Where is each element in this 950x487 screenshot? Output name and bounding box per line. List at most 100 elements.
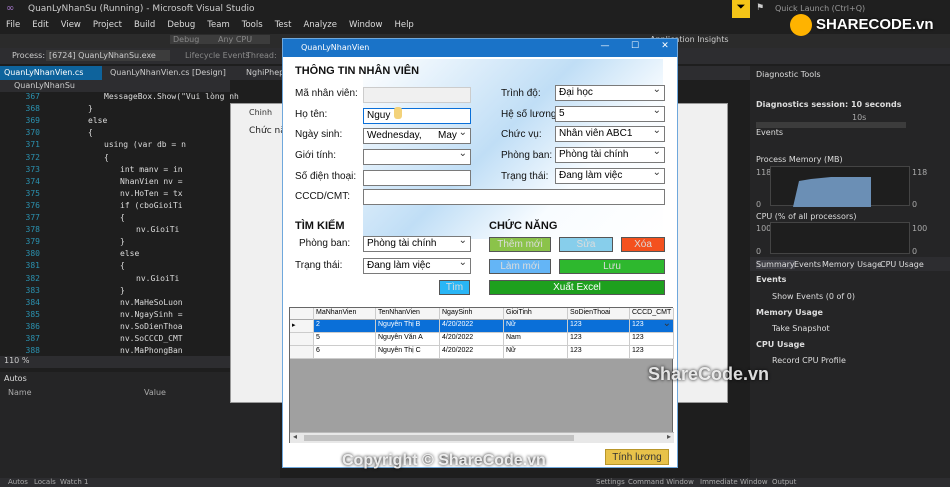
menu-help[interactable]: Help: [388, 18, 419, 30]
code-line[interactable]: nv.SoDienThoa: [120, 322, 183, 331]
cell-gioitinh[interactable]: Nữ: [504, 320, 568, 332]
tim-button[interactable]: Tìm: [439, 280, 470, 295]
chucvu-combo[interactable]: Nhân viên ABC1: [555, 126, 665, 142]
take-snapshot-button[interactable]: Take Snapshot: [772, 324, 830, 333]
process-combo[interactable]: [6724] QuanLyNhanSu.exe: [46, 50, 170, 61]
tab-output[interactable]: Output: [772, 478, 796, 486]
cell-gioitinh[interactable]: Nữ: [504, 346, 568, 358]
xuat-excel-button[interactable]: Xuất Excel: [489, 280, 665, 295]
code-line[interactable]: nv.SoCCCD_CMT: [120, 334, 183, 343]
minimize-icon[interactable]: —: [597, 41, 613, 51]
row-selector-icon[interactable]: ▸: [290, 320, 314, 332]
them-moi-button[interactable]: Thêm mới: [489, 237, 551, 252]
phongban-combo[interactable]: Phòng tài chính: [555, 147, 665, 163]
scroll-left-icon[interactable]: ◂: [293, 432, 297, 441]
config-combo[interactable]: Debug: [170, 35, 218, 44]
code-line[interactable]: nv.GioiTi: [136, 274, 179, 283]
code-line[interactable]: nv.HoTen = tx: [120, 189, 183, 198]
code-line[interactable]: else: [88, 116, 107, 125]
cell-ngaysinh[interactable]: 4/20/2022: [440, 346, 504, 358]
menu-window[interactable]: Window: [343, 18, 389, 30]
grid-col-ngaysinh[interactable]: NgaySinh: [440, 308, 504, 320]
employee-grid[interactable]: MaNhanVien TenNhanVien NgaySinh GioiTinh…: [289, 307, 674, 443]
scroll-thumb[interactable]: [304, 435, 574, 441]
tab-summary[interactable]: Summary: [756, 260, 795, 269]
tab-events[interactable]: Events: [794, 260, 821, 269]
cell-gioitinh[interactable]: Nam: [504, 333, 568, 345]
code-line[interactable]: nv.MaPhongBan: [120, 346, 183, 355]
tab-quanlynhanvien-cs[interactable]: QuanLyNhanVien.cs: [0, 66, 102, 80]
chinh-menu[interactable]: Chức nă: [249, 126, 286, 136]
tab-autos[interactable]: Autos: [8, 478, 28, 486]
search-trangthai-combo[interactable]: Đang làm việc: [363, 258, 471, 274]
tab-command-window[interactable]: Command Window: [628, 478, 694, 486]
menu-view[interactable]: View: [55, 18, 87, 30]
ngaysinh-datepicker[interactable]: Wednesday, May: [363, 128, 471, 144]
table-row[interactable]: 6 Nguyễn Thị C 4/20/2022 Nữ 123 123: [290, 346, 674, 359]
close-icon[interactable]: ✕: [657, 41, 673, 51]
code-line[interactable]: {: [104, 153, 109, 162]
code-line[interactable]: {: [88, 128, 93, 137]
code-line[interactable]: int manv = in: [120, 165, 183, 174]
luu-button[interactable]: Lưu: [559, 259, 665, 274]
maximize-icon[interactable]: ☐: [627, 41, 643, 51]
trangthai-combo[interactable]: Đang làm việc: [555, 168, 665, 184]
menu-debug[interactable]: Debug: [161, 18, 201, 30]
code-line[interactable]: }: [120, 286, 125, 295]
tab-watch[interactable]: Watch 1: [60, 478, 88, 486]
cell-ten[interactable]: Nguyễn Văn A: [376, 333, 440, 345]
cccd-input[interactable]: [363, 189, 665, 205]
show-events-link[interactable]: Show Events (0 of 0): [772, 292, 855, 301]
table-row[interactable]: 5 Nguyễn Văn A 4/20/2022 Nam 123 123: [290, 333, 674, 346]
tinh-luong-button[interactable]: Tính lương: [605, 449, 669, 465]
zoom-combo[interactable]: 110 %: [0, 356, 230, 368]
code-line[interactable]: {: [120, 213, 125, 222]
cell-ten[interactable]: Nguyễn Thị C: [376, 346, 440, 358]
row-selector[interactable]: [290, 346, 314, 358]
code-line[interactable]: if (cboGioiTi: [120, 201, 183, 210]
menu-build[interactable]: Build: [128, 18, 161, 30]
cell-manv[interactable]: 5: [314, 333, 376, 345]
quick-launch-input[interactable]: Quick Launch (Ctrl+Q): [775, 4, 865, 13]
code-editor[interactable]: 367 MessageBox.Show("Vui lòng nh 368} 369 el…: [0, 92, 239, 378]
trinhdo-combo[interactable]: Đại học: [555, 85, 665, 101]
table-row[interactable]: ▸ 2 Nguyễn Thị B 4/20/2022 Nữ 123 123: [290, 318, 674, 333]
record-cpu-button[interactable]: Record CPU Profile: [772, 356, 846, 365]
manv-input[interactable]: [363, 87, 471, 103]
tab-settings[interactable]: Settings: [596, 478, 625, 486]
cell-ten[interactable]: Nguyễn Thị B: [376, 320, 440, 332]
xoa-button[interactable]: Xóa: [621, 237, 665, 252]
code-line[interactable]: using (var db = n: [104, 140, 186, 149]
menu-file[interactable]: File: [0, 18, 26, 30]
lifecycle-events[interactable]: Lifecycle Events: [185, 51, 250, 60]
cell-cccd[interactable]: 123: [630, 320, 674, 332]
code-line[interactable]: nv.GioiTi: [136, 225, 179, 234]
tab-cpu-usage[interactable]: CPU Usage: [880, 260, 924, 269]
tab-quanlynhanvien-design[interactable]: QuanLyNhanVien.cs [Design]: [106, 66, 236, 80]
grid-horizontal-scrollbar[interactable]: ◂ ▸: [290, 432, 674, 443]
cell-cccd[interactable]: 123: [630, 333, 674, 345]
sdt-input[interactable]: [363, 170, 471, 186]
code-line[interactable]: NhanVien nv =: [120, 177, 183, 186]
platform-combo[interactable]: Any CPU: [215, 35, 271, 44]
grid-col-tennhanvien[interactable]: TenNhanVien: [376, 308, 440, 320]
menu-test[interactable]: Test: [269, 18, 298, 30]
gioitinh-combo[interactable]: [363, 149, 471, 165]
sua-button[interactable]: Sửa: [559, 237, 613, 252]
menu-tools[interactable]: Tools: [236, 18, 269, 30]
code-line[interactable]: }: [120, 237, 125, 246]
cell-ngaysinh[interactable]: 4/20/2022: [440, 333, 504, 345]
tab-memory-usage[interactable]: Memory Usage: [822, 260, 882, 269]
grid-col-manhanvien[interactable]: MaNhanVien: [314, 308, 376, 320]
cell-cccd[interactable]: 123: [630, 346, 674, 358]
menu-team[interactable]: Team: [201, 18, 235, 30]
code-line[interactable]: nv.MaHeSoLuon: [120, 298, 183, 307]
lam-moi-button[interactable]: Làm mới: [489, 259, 551, 274]
cell-sdt[interactable]: 123: [568, 320, 630, 332]
hoten-input[interactable]: Nguy: [363, 108, 471, 124]
grid-col-sodienthoai[interactable]: SoDienThoai: [568, 308, 630, 320]
menu-edit[interactable]: Edit: [26, 18, 54, 30]
code-line[interactable]: }: [88, 104, 93, 113]
filter-icon[interactable]: ⏷: [732, 0, 750, 18]
menu-project[interactable]: Project: [87, 18, 128, 30]
